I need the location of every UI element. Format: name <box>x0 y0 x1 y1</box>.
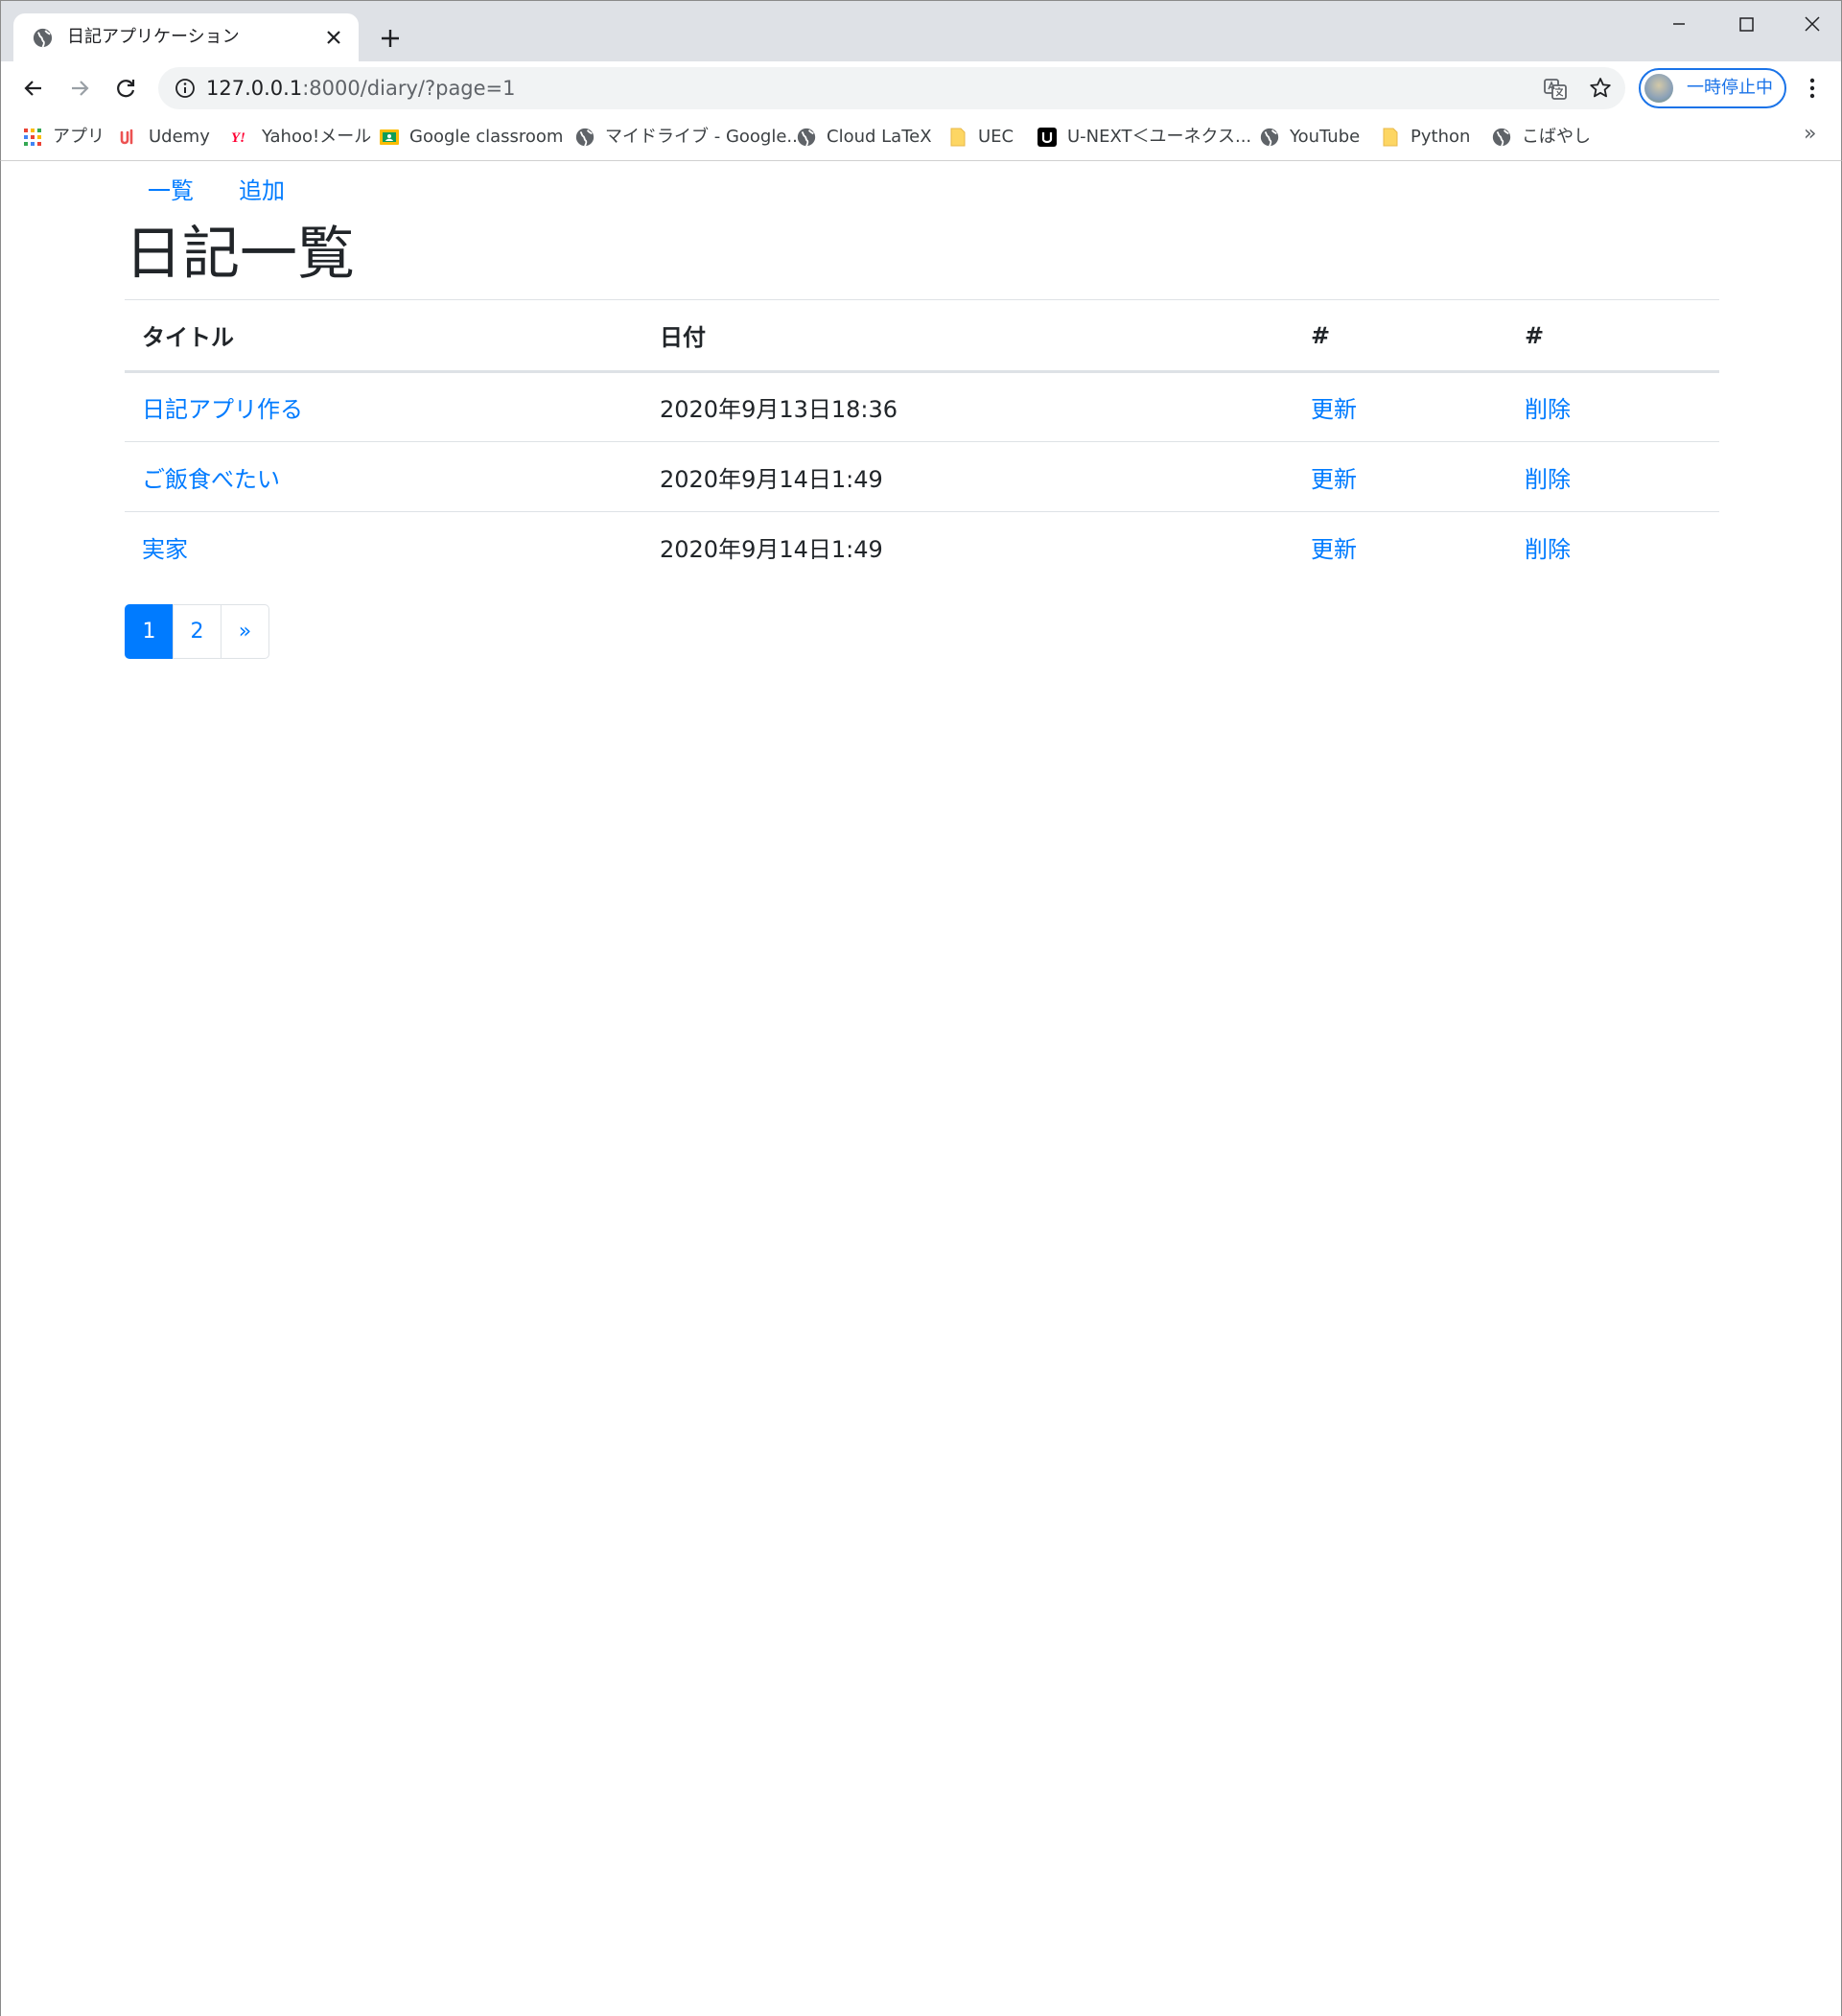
apps-grid-icon <box>24 129 41 146</box>
browser-toolbar: 127.0.0.1:8000/diary/?page=1 一時停止中 <box>0 61 1842 114</box>
bookmark-kobayashi[interactable]: こばやし <box>1491 124 1591 151</box>
diary-date: 2020年9月13日18:36 <box>660 396 898 423</box>
bookmark-cloud-latex[interactable]: Cloud LaTeX <box>796 124 932 151</box>
delete-link[interactable]: 削除 <box>1525 396 1571 423</box>
bookmark-label: UEC <box>978 127 1014 147</box>
globe-icon <box>33 28 53 48</box>
globe-icon <box>1260 128 1279 147</box>
classroom-icon <box>380 129 399 145</box>
bookmark-label: アプリ <box>53 127 105 147</box>
bookmark-label: U-NEXT＜ユーネクス... <box>1067 127 1252 147</box>
bookmark-apps[interactable]: アプリ <box>22 124 105 151</box>
diary-title-link[interactable]: 日記アプリ作る <box>142 396 303 423</box>
url-host: 127.0.0.1 <box>206 77 303 100</box>
udemy-icon <box>120 129 133 145</box>
forward-arrow-icon[interactable] <box>66 75 93 102</box>
svg-text:Y!: Y! <box>231 130 245 146</box>
bookmark-label: Cloud LaTeX <box>827 127 932 147</box>
table-row: ご飯食べたい 2020年9月14日1:49 更新 削除 <box>125 442 1719 512</box>
globe-icon <box>1492 128 1511 147</box>
delete-link[interactable]: 削除 <box>1525 536 1571 563</box>
nav-link-add[interactable]: 追加 <box>239 175 285 207</box>
bookmark-label: Yahoo!メール <box>262 127 372 147</box>
page-next-button[interactable]: » <box>221 604 269 659</box>
bookmark-label: Udemy <box>149 127 210 147</box>
page-2-button[interactable]: 2 <box>173 604 222 659</box>
diary-date: 2020年9月14日1:49 <box>660 465 883 493</box>
update-link[interactable]: 更新 <box>1311 466 1357 493</box>
bookmark-label: こばやし <box>1522 127 1591 147</box>
url-text[interactable]: 127.0.0.1:8000/diary/?page=1 <box>206 75 516 102</box>
update-link[interactable]: 更新 <box>1311 396 1357 423</box>
bookmarks-bar: アプリ Udemy Y! Yahoo!メール Google classroom … <box>0 114 1842 161</box>
nav-link-list[interactable]: 一覧 <box>148 175 194 207</box>
delete-link[interactable]: 削除 <box>1525 466 1571 493</box>
browser-tab[interactable]: 日記アプリケーション <box>13 13 359 62</box>
diary-table: タイトル 日付 # # 日記アプリ作る 2020年9月13日18:36 更新 削… <box>125 299 1719 582</box>
column-header-update: # <box>1311 321 1331 349</box>
profile-status-label: 一時停止中 <box>1687 78 1773 98</box>
pagination: 1 2 » <box>125 604 269 659</box>
new-tab-plus-icon[interactable] <box>376 24 405 53</box>
reload-icon[interactable] <box>112 75 139 102</box>
page-current-button[interactable]: 1 <box>125 604 174 659</box>
address-bar[interactable]: 127.0.0.1:8000/diary/?page=1 <box>158 67 1625 109</box>
globe-icon <box>797 128 816 147</box>
folder-icon <box>950 128 966 147</box>
bookmark-label: Python <box>1411 127 1471 147</box>
table-row: 日記アプリ作る 2020年9月13日18:36 更新 削除 <box>125 372 1719 442</box>
url-path: :8000/diary/?page=1 <box>302 77 516 100</box>
bookmark-python[interactable]: Python <box>1380 124 1470 151</box>
bookmark-udemy[interactable]: Udemy <box>118 124 210 151</box>
bookmark-label: マイドライブ - Google... <box>605 127 804 147</box>
window-close-icon[interactable] <box>1783 9 1840 39</box>
maximize-icon[interactable] <box>1717 9 1775 39</box>
bookmarks-overflow-chevron[interactable]: » <box>1804 122 1816 146</box>
bookmark-label: YouTube <box>1290 127 1361 147</box>
close-icon[interactable] <box>322 26 345 49</box>
unext-icon <box>1038 128 1057 147</box>
folder-icon <box>1383 128 1398 147</box>
more-vert-icon[interactable] <box>1801 75 1824 102</box>
table-row: 実家 2020年9月14日1:49 更新 削除 <box>125 512 1719 582</box>
tab-title: 日記アプリケーション <box>67 27 240 47</box>
table-header-row: タイトル 日付 # # <box>125 299 1719 372</box>
bookmark-my-drive[interactable]: マイドライブ - Google... <box>574 124 804 151</box>
bookmark-label: Google classroom <box>409 127 564 147</box>
bookmark-uec[interactable]: UEC <box>947 124 1014 151</box>
diary-title-link[interactable]: 実家 <box>142 536 188 563</box>
browser-titlebar: 日記アプリケーション <box>0 0 1842 62</box>
profile-button[interactable]: 一時停止中 <box>1639 68 1786 108</box>
info-icon[interactable] <box>174 77 197 100</box>
diary-date: 2020年9月14日1:49 <box>660 535 883 563</box>
page-title: 日記一覧 <box>125 221 355 288</box>
bookmark-star-icon[interactable] <box>1588 76 1613 101</box>
bookmark-google-classroom[interactable]: Google classroom <box>379 124 563 151</box>
bookmark-unext[interactable]: U-NEXT＜ユーネクス... <box>1037 124 1251 151</box>
diary-title-link[interactable]: ご飯食べたい <box>142 466 280 493</box>
translate-icon[interactable] <box>1543 77 1568 102</box>
column-header-date: 日付 <box>660 324 706 351</box>
yahoo-icon: Y! <box>231 130 245 146</box>
bookmark-yahoo-mail[interactable]: Y! Yahoo!メール <box>231 124 371 151</box>
avatar <box>1644 74 1673 103</box>
update-link[interactable]: 更新 <box>1311 536 1357 563</box>
globe-icon <box>575 128 595 147</box>
column-header-title: タイトル <box>142 324 234 351</box>
back-arrow-icon[interactable] <box>20 75 47 102</box>
bookmark-youtube[interactable]: YouTube <box>1259 124 1360 151</box>
column-header-delete: # <box>1525 321 1545 349</box>
minimize-icon[interactable] <box>1650 9 1708 39</box>
